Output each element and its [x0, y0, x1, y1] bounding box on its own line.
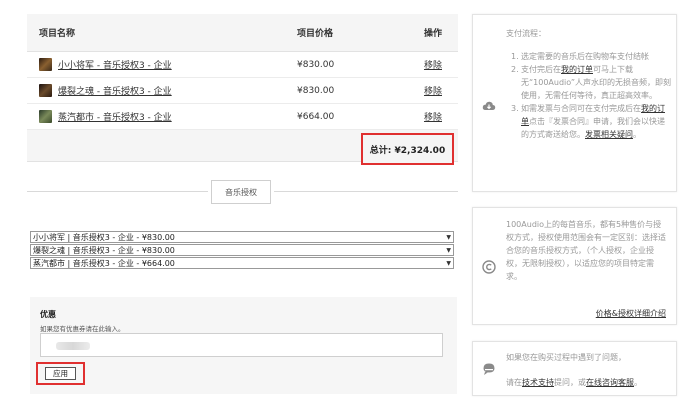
license-info-text: 100Audio上的每首音乐，都有5种售价与授权方式，授权使用范围会有一定区别：… — [506, 220, 666, 281]
caret-down-icon: ▼ — [446, 246, 451, 254]
column-header-price: 项目价格 — [297, 29, 334, 39]
item-price: ¥664.00 — [297, 111, 335, 122]
cart-table: 项目名称 项目价格 操作 小小将军 - 音乐授权3 - 企业 ¥830.00 移… — [27, 14, 458, 165]
license-select[interactable]: 小小将军 | 音乐授权3 - 企业 - ¥830.00 ▼ — [30, 231, 454, 243]
cart-row: 爆裂之魂 - 音乐授权3 - 企业 ¥830.00 移除 — [27, 78, 458, 104]
payment-step: 1. 选定需要的音乐后在购物车支付结帐 — [511, 52, 649, 61]
column-header-operation: 操作 — [423, 29, 442, 39]
item-name-link[interactable]: 蒸汽都市 - 音乐授权3 - 企业 — [58, 110, 172, 123]
apply-coupon-button[interactable]: 应用 — [45, 367, 76, 380]
remove-link[interactable]: 移除 — [424, 113, 442, 123]
copyright-icon — [482, 260, 496, 274]
column-header-name: 项目名称 — [39, 29, 76, 39]
coupon-box: 优惠 如果您有优惠券请在此输入。 应用 — [30, 297, 457, 394]
support-links: 请在技术支持提问，或在线咨询客服。 — [506, 378, 642, 387]
cart-row: 小小将军 - 音乐授权3 - 企业 ¥830.00 移除 — [27, 52, 458, 78]
remove-link[interactable]: 移除 — [424, 61, 442, 71]
payment-process-title: 支付流程： — [506, 29, 546, 38]
item-thumbnail[interactable] — [39, 84, 52, 97]
cart-row: 蒸汽都市 - 音乐授权3 - 企业 ¥664.00 移除 — [27, 104, 458, 130]
license-select[interactable]: 爆裂之魂 | 音乐授权3 - 企业 - ¥830.00 ▼ — [30, 244, 454, 256]
item-name-link[interactable]: 爆裂之魂 - 音乐授权3 - 企业 — [58, 84, 172, 97]
coupon-code-redacted — [56, 342, 90, 350]
support-text: 如果您在购买过程中遇到了问题， — [506, 353, 626, 362]
coupon-title: 优惠 — [40, 310, 56, 319]
license-select-value: 爆裂之魂 | 音乐授权3 - 企业 - ¥830.00 — [33, 245, 175, 255]
apply-button-highlight: 应用 — [36, 362, 85, 385]
license-select-list: 小小将军 | 音乐授权3 - 企业 - ¥830.00 ▼ 爆裂之魂 | 音乐授… — [30, 231, 454, 270]
support-panel: 如果您在购买过程中遇到了问题， 请在技术支持提问，或在线咨询客服。 — [472, 341, 677, 396]
license-select-value: 小小将军 | 音乐授权3 - 企业 - ¥830.00 — [33, 232, 175, 242]
item-price: ¥830.00 — [297, 85, 335, 96]
payment-step: 3. 如需发票与合同可在支付完成后在我的订单点击『发票合同』申请，我们会以快递的方… — [511, 104, 665, 139]
caret-down-icon: ▼ — [446, 233, 451, 241]
item-name-link[interactable]: 小小将军 - 音乐授权3 - 企业 — [58, 58, 172, 71]
caret-down-icon: ▼ — [446, 259, 451, 267]
total-bar: 总计: ¥2,324.00 — [27, 130, 458, 165]
cart-header-row: 项目名称 项目价格 操作 — [27, 14, 458, 52]
tech-support-link[interactable]: 技术支持 — [522, 378, 554, 387]
invoice-faq-link[interactable]: 发票相关疑问 — [585, 130, 633, 139]
payment-steps: 1. 选定需要的音乐后在购物车支付结帐 2. 支付完后在我的订单可马上下载无“100… — [511, 50, 672, 141]
payment-step: 2. 支付完后在我的订单可马上下载无“100Audio”人声水印的无损音频，即刻使… — [511, 65, 672, 100]
my-orders-link[interactable]: 我的订单 — [561, 65, 593, 74]
item-price: ¥830.00 — [297, 59, 335, 70]
online-chat-link[interactable]: 在线咨询客服 — [586, 378, 634, 387]
item-thumbnail[interactable] — [39, 58, 52, 71]
remove-link[interactable]: 移除 — [424, 87, 442, 97]
chat-bubble-icon — [483, 363, 495, 375]
license-section-title: 音乐授权 — [211, 180, 271, 204]
license-select-value: 蒸汽都市 | 音乐授权3 - 企业 - ¥664.00 — [33, 258, 175, 268]
cart-total: 总计: ¥2,324.00 — [361, 133, 454, 165]
item-thumbnail[interactable] — [39, 110, 52, 123]
cloud-download-icon — [482, 101, 496, 110]
coupon-hint: 如果您有优惠券请在此输入。 — [40, 325, 125, 333]
license-info-panel: 100Audio上的每首音乐，都有5种售价与授权方式，授权使用范围会有一定区别：… — [472, 207, 677, 325]
license-select[interactable]: 蒸汽都市 | 音乐授权3 - 企业 - ¥664.00 ▼ — [30, 257, 454, 269]
coupon-code-input[interactable] — [40, 333, 443, 357]
payment-process-panel: 支付流程： 1. 选定需要的音乐后在购物车支付结帐 2. 支付完后在我的订单可马上下… — [472, 14, 677, 192]
pricing-details-link[interactable]: 价格&授权详细介绍 — [596, 307, 666, 320]
